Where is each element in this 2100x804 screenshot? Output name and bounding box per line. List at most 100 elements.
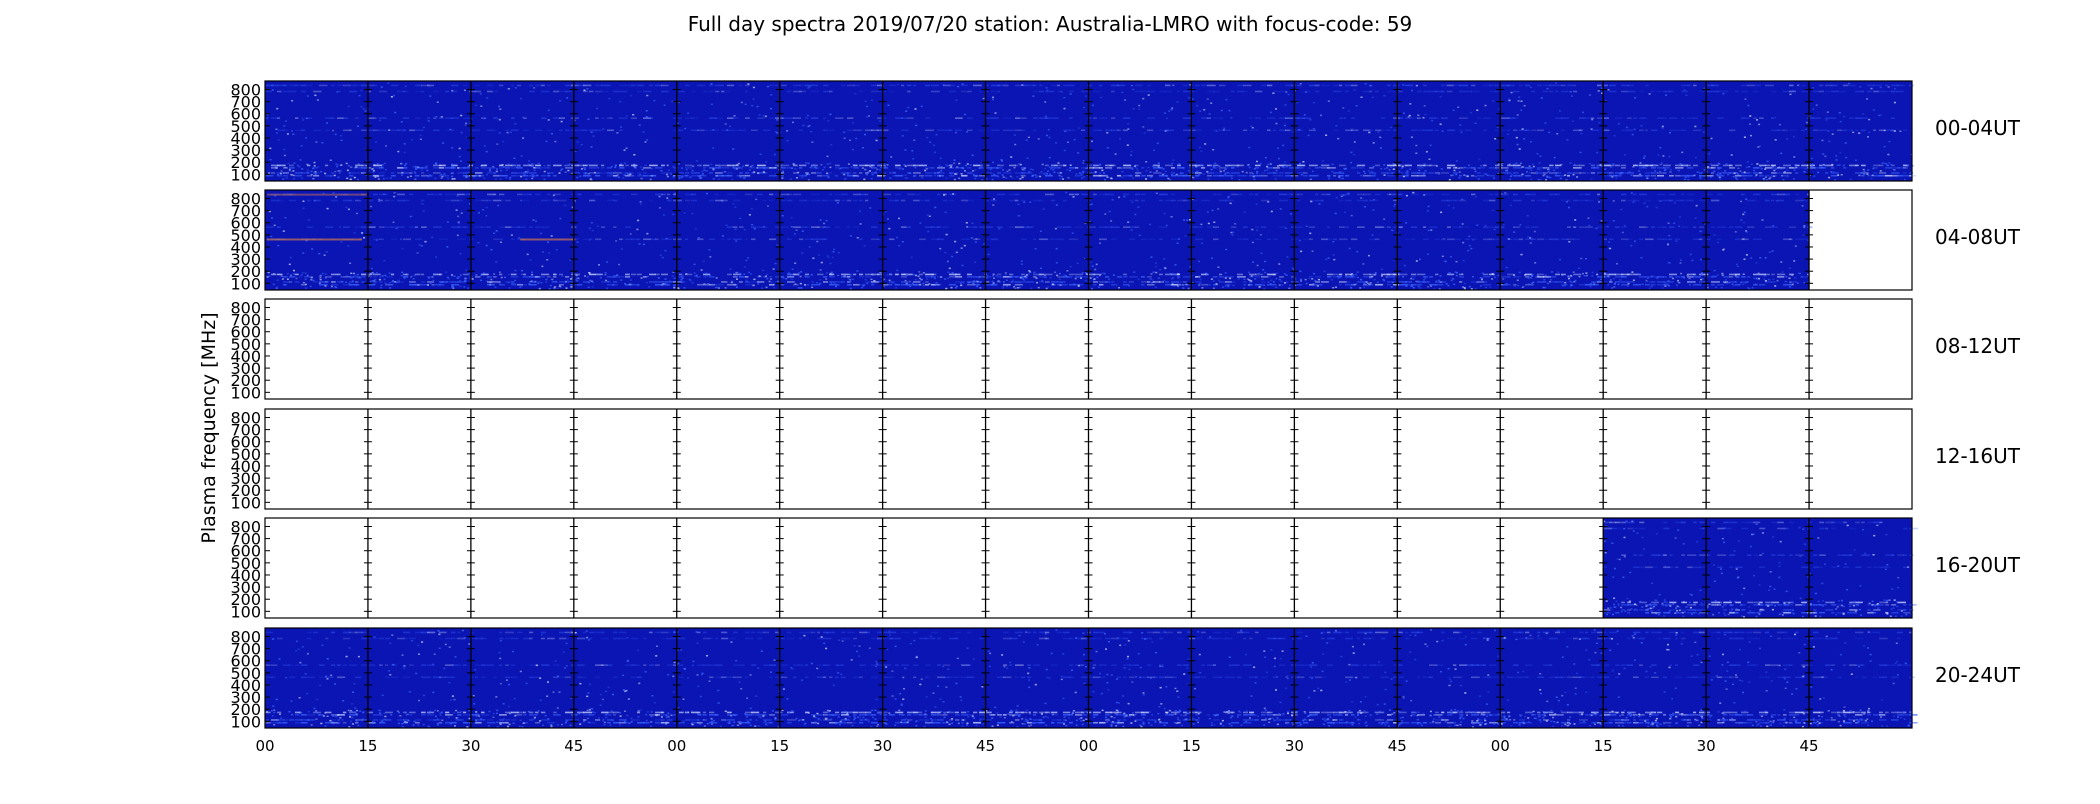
- noise-speck: [1393, 169, 1395, 171]
- interference-band: [1459, 129, 1463, 131]
- noise-speck: [314, 95, 316, 97]
- noise-speck: [1282, 145, 1284, 147]
- noise-speck: [835, 286, 837, 288]
- noise-speck: [330, 160, 332, 162]
- interference-band: [823, 129, 828, 131]
- noise-speck: [681, 167, 683, 169]
- noise-speck: [907, 107, 909, 109]
- interference-band: [1213, 226, 1219, 228]
- interference-band: [823, 200, 828, 202]
- noise-speck: [1416, 85, 1418, 87]
- interference-band: [1213, 238, 1218, 240]
- interference-band: [655, 281, 661, 283]
- noise-speck: [1014, 167, 1016, 169]
- noise-speck: [1339, 171, 1341, 173]
- interference-band: [1375, 91, 1378, 93]
- interference-band: [1255, 276, 1260, 278]
- noise-speck: [1270, 112, 1272, 114]
- noise-speck: [1442, 256, 1444, 258]
- interference-band: [493, 194, 496, 196]
- interference-band: [787, 91, 791, 93]
- interference-band: [1831, 175, 1837, 177]
- interference-band: [805, 226, 810, 228]
- noise-speck: [674, 277, 676, 279]
- noise-speck: [500, 179, 502, 181]
- noise-speck: [1132, 168, 1134, 170]
- interference-band: [943, 226, 949, 228]
- interference-band: [697, 238, 703, 240]
- interference-band: [715, 117, 723, 119]
- interference-band: [859, 194, 866, 196]
- noise-speck: [915, 279, 917, 281]
- noise-speck: [615, 172, 617, 174]
- interference-band: [679, 91, 685, 93]
- noise-speck: [1162, 174, 1164, 176]
- noise-speck: [1373, 166, 1375, 168]
- interference-band: [709, 276, 715, 278]
- noise-speck: [681, 176, 683, 178]
- noise-speck: [809, 246, 811, 248]
- interference-band: [373, 274, 381, 276]
- interference-band: [559, 274, 563, 276]
- interference-band: [1321, 85, 1330, 87]
- noise-speck: [1537, 153, 1539, 155]
- noise-speck: [337, 177, 339, 179]
- interference-band: [1105, 281, 1110, 283]
- interference-band: [1099, 167, 1103, 169]
- noise-speck: [585, 172, 587, 174]
- interference-band: [565, 129, 570, 131]
- noise-speck: [927, 214, 929, 216]
- interference-band: [619, 85, 626, 87]
- noise-speck: [1248, 279, 1250, 281]
- noise-speck: [1747, 118, 1749, 120]
- interference-band: [853, 284, 859, 286]
- interference-band: [595, 238, 601, 240]
- noise-speck: [1003, 281, 1005, 283]
- noise-speck: [1403, 113, 1405, 115]
- noise-speck: [1726, 163, 1728, 165]
- noise-speck: [1492, 100, 1494, 102]
- noise-speck: [1406, 170, 1408, 172]
- noise-speck: [941, 166, 943, 168]
- noise-speck: [962, 83, 964, 85]
- noise-speck: [1001, 159, 1003, 161]
- interference-band: [1345, 85, 1351, 87]
- noise-speck: [1343, 194, 1345, 196]
- noise-speck: [1721, 273, 1723, 275]
- noise-speck: [1470, 248, 1472, 250]
- noise-speck: [1456, 261, 1458, 263]
- interference-band: [1735, 226, 1743, 228]
- noise-speck: [646, 110, 648, 112]
- interference-band: [1387, 284, 1391, 286]
- interference-band: [1591, 172, 1595, 174]
- noise-speck: [1014, 134, 1016, 136]
- noise-speck: [1002, 287, 1004, 289]
- noise-speck: [567, 279, 569, 281]
- interference-band: [1357, 200, 1363, 202]
- interference-band: [733, 238, 742, 240]
- noise-speck: [1817, 172, 1819, 174]
- noise-speck: [1634, 97, 1636, 99]
- noise-speck: [320, 279, 322, 281]
- interference-band: [667, 194, 670, 196]
- interference-band: [991, 91, 996, 93]
- interference-band: [511, 281, 515, 283]
- interference-band: [745, 85, 749, 87]
- interference-band: [799, 167, 802, 169]
- interference-band: [1447, 85, 1454, 87]
- interference-band: [1057, 167, 1061, 169]
- interference-band: [1579, 117, 1585, 119]
- interference-band: [925, 284, 929, 286]
- interference-band: [679, 276, 684, 278]
- interference-band: [397, 167, 404, 169]
- interference-band: [685, 175, 689, 177]
- interference-band: [1327, 226, 1330, 228]
- noise-speck: [1804, 171, 1806, 173]
- noise-speck: [956, 252, 958, 254]
- interference-band: [1741, 194, 1745, 196]
- noise-speck: [1669, 156, 1671, 158]
- interference-band: [1123, 165, 1131, 167]
- interference-band: [817, 200, 824, 202]
- noise-speck: [940, 158, 942, 160]
- interference-band: [391, 238, 397, 240]
